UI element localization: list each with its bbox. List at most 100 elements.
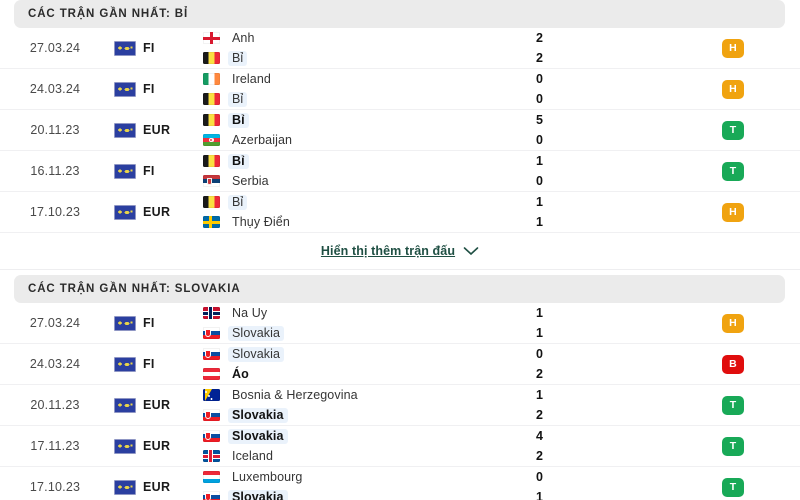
match-date: 20.11.23 — [30, 398, 80, 412]
team-name[interactable]: Ireland — [228, 72, 275, 87]
team-line: Bỉ — [203, 91, 510, 107]
match-date: 24.03.24 — [29, 357, 81, 371]
match-row[interactable]: 27.03.24 FI Anh Bỉ 2 2 H — [0, 28, 800, 69]
teams-cell: Bỉ Serbia — [190, 153, 510, 189]
team-line: Azerbaijan — [203, 133, 510, 148]
match-row[interactable]: 24.03.24 FI Slovakia Áo 0 2 B — [0, 344, 800, 385]
team-name[interactable]: Áo — [228, 367, 253, 382]
result-badge: T — [722, 477, 744, 497]
match-list: 27.03.24 FI Anh Bỉ 2 2 H 24.03.24 FI Ireland Bỉ 0 0 H… — [0, 28, 800, 233]
team-line: Serbia — [203, 174, 510, 189]
competition-cell: FI — [110, 315, 190, 331]
team-line: Bỉ — [203, 50, 510, 66]
teams-cell: Slovakia Iceland — [190, 428, 510, 464]
match-row[interactable]: 20.11.23 EUR Bỉ Azerbaijan 5 0 T — [0, 110, 800, 151]
belgium-flag-icon — [203, 114, 220, 126]
ireland-flag-icon — [203, 73, 220, 85]
team-name[interactable]: Iceland — [228, 449, 277, 464]
england-flag-icon — [203, 32, 220, 44]
world-flag-icon — [114, 479, 136, 495]
sweden-flag-icon — [203, 216, 220, 228]
match-row[interactable]: 17.10.23 EUR Luxembourg Slovakia 0 1 T — [0, 467, 800, 500]
teams-cell: Slovakia Áo — [190, 346, 510, 382]
away-score: 2 — [536, 366, 543, 381]
show-more-button[interactable]: Hiển thị thêm trận đấu — [321, 244, 479, 258]
home-score: 1 — [536, 194, 543, 209]
result-cell: H — [680, 313, 800, 333]
slovakia-flag-icon — [203, 430, 220, 442]
team-name[interactable]: Slovakia — [228, 346, 285, 362]
match-list: 27.03.24 FI Na Uy Slovakia 1 1 H 24.03.24 FI Slov… — [0, 303, 800, 500]
result-badge: T — [722, 395, 744, 415]
competition-label: FI — [143, 41, 155, 55]
team-name[interactable]: Na Uy — [228, 306, 271, 321]
team-name[interactable]: Slovakia — [228, 325, 285, 341]
team-line: Ireland — [203, 72, 510, 87]
team-name[interactable]: Anh — [228, 31, 259, 46]
team-line: Na Uy — [203, 306, 510, 321]
show-more-row: Hiển thị thêm trận đấu — [0, 233, 800, 270]
team-name[interactable]: Bỉ — [228, 153, 249, 169]
bosnia-flag-icon — [203, 389, 220, 401]
competition-cell: EUR — [110, 438, 190, 454]
match-date: 27.03.24 — [29, 316, 81, 330]
away-score: 1 — [536, 325, 543, 340]
competition-label: FI — [143, 357, 155, 371]
section-title: CÁC TRẬN GẦN NHẤT: BỈ — [28, 8, 189, 20]
match-date: 27.03.24 — [29, 41, 81, 55]
match-row[interactable]: 17.11.23 EUR Slovakia Iceland 4 2 T — [0, 426, 800, 467]
home-score: 0 — [536, 469, 543, 484]
team-name[interactable]: Bỉ — [228, 112, 249, 128]
result-badge: H — [722, 202, 744, 222]
competition-label: EUR — [143, 480, 171, 494]
slovakia-flag-icon — [203, 327, 220, 339]
match-row[interactable]: 24.03.24 FI Ireland Bỉ 0 0 H — [0, 69, 800, 110]
match-row[interactable]: 27.03.24 FI Na Uy Slovakia 1 1 H — [0, 303, 800, 344]
match-date: 24.03.24 — [29, 82, 81, 96]
team-name[interactable]: Bỉ — [228, 91, 248, 107]
result-badge: H — [722, 313, 744, 333]
competition-cell: FI — [110, 163, 190, 179]
result-badge: T — [722, 436, 744, 456]
team-name[interactable]: Luxembourg — [228, 470, 307, 485]
austria-flag-icon — [203, 368, 220, 380]
match-row[interactable]: 16.11.23 FI Bỉ Serbia 1 0 T — [0, 151, 800, 192]
team-line: Bỉ — [203, 194, 510, 210]
match-date: 16.11.23 — [30, 164, 80, 178]
team-line: Slovakia — [203, 407, 510, 423]
team-name[interactable]: Bosnia & Herzegovina — [228, 388, 362, 403]
team-name[interactable]: Slovakia — [228, 428, 288, 444]
competition-label: EUR — [143, 205, 171, 219]
competition-cell: EUR — [110, 397, 190, 413]
result-badge: B — [722, 354, 744, 374]
team-name[interactable]: Bỉ — [228, 50, 248, 66]
home-score: 1 — [536, 153, 543, 168]
competition-cell: FI — [110, 40, 190, 56]
team-name[interactable]: Bỉ — [228, 194, 248, 210]
away-score: 0 — [536, 91, 543, 106]
team-name[interactable]: Slovakia — [228, 407, 288, 423]
team-line: Slovakia — [203, 325, 510, 341]
scores-cell: 00 — [510, 72, 680, 107]
team-line: Bỉ — [203, 153, 510, 169]
home-score: 4 — [536, 428, 543, 443]
team-name[interactable]: Serbia — [228, 174, 273, 189]
slovakia-flag-icon — [203, 491, 220, 500]
match-date: 17.10.23 — [29, 480, 81, 494]
scores-cell: 12 — [510, 388, 680, 423]
result-cell: T — [680, 436, 800, 456]
section-title: CÁC TRẬN GẦN NHẤT: SLOVAKIA — [28, 283, 241, 295]
away-score: 2 — [536, 50, 543, 65]
team-line: Thụy Điển — [203, 215, 510, 230]
result-badge: H — [722, 79, 744, 99]
team-name[interactable]: Azerbaijan — [228, 133, 296, 148]
team-name[interactable]: Slovakia — [228, 489, 288, 500]
team-name[interactable]: Thụy Điển — [228, 215, 294, 230]
match-row[interactable]: 20.11.23 EUR Bosnia & Herzegovina Slovakia 1… — [0, 385, 800, 426]
home-score: 5 — [536, 112, 543, 127]
iceland-flag-icon — [203, 450, 220, 462]
match-row[interactable]: 17.10.23 EUR Bỉ Thụy Điển 1 1 H — [0, 192, 800, 233]
competition-label: FI — [143, 82, 155, 96]
world-flag-icon — [114, 163, 136, 179]
home-score: 2 — [536, 30, 543, 45]
